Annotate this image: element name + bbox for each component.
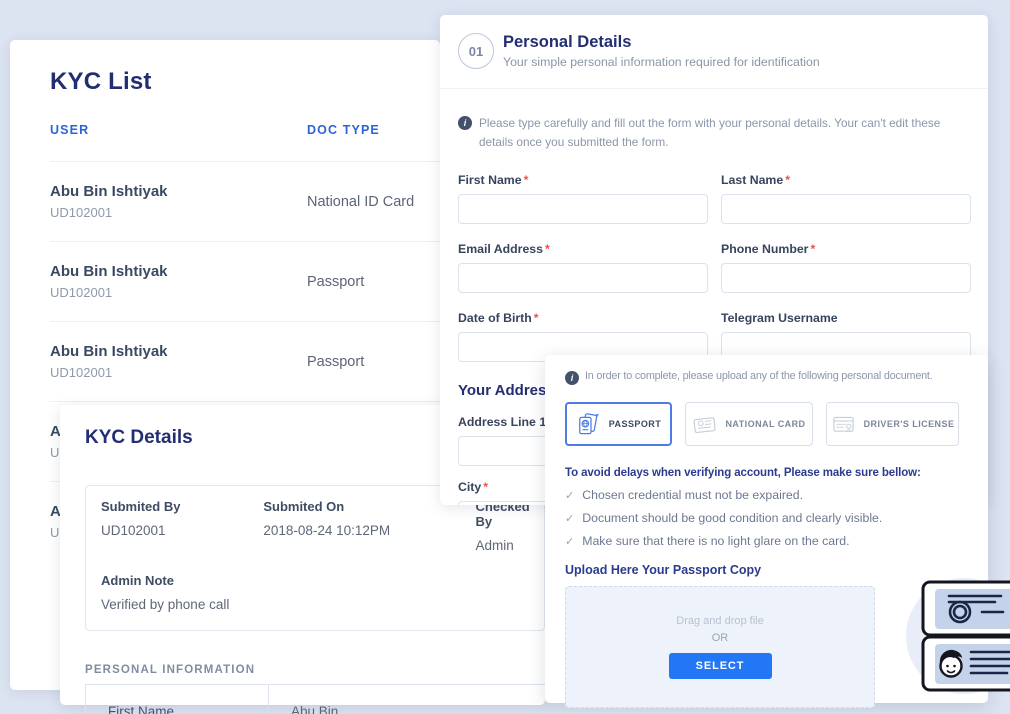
instruction-text: Document should be good condition and cl… <box>582 511 882 525</box>
first-name-input[interactable] <box>458 194 708 224</box>
upload-instructions-title: To avoid delays when verifying account, … <box>565 467 968 479</box>
upload-instructions-list: ✓ Chosen credential must not be expaired… <box>565 488 968 548</box>
doc-type: Passport <box>307 354 364 370</box>
last-name-label: Last Name <box>721 173 783 187</box>
table-cell-value: Abu Bin <box>269 685 338 714</box>
passport-icon <box>576 412 601 437</box>
required-marker: * <box>785 173 790 187</box>
select-file-button[interactable]: SELECT <box>669 653 772 679</box>
id-cards-illustration <box>918 570 1010 700</box>
info-icon: i <box>458 116 472 130</box>
national-card-option-button[interactable]: NATIONAL CARD <box>685 402 813 446</box>
check-icon: ✓ <box>565 489 574 502</box>
kyc-list-row[interactable]: Abu Bin Ishtiyak UD102001 Passport <box>50 321 440 401</box>
city-label: City <box>458 480 481 494</box>
check-icon: ✓ <box>565 535 574 548</box>
column-header-doc-type: DOC TYPE <box>307 123 380 137</box>
info-icon: i <box>565 371 579 385</box>
required-marker: * <box>534 311 539 325</box>
required-marker: * <box>810 242 815 256</box>
first-name-label: First Name <box>458 173 522 187</box>
address-line-1-label: Address Line 1 <box>458 415 546 429</box>
admin-note-value: Verified by phone call <box>101 597 544 612</box>
form-notice-text: Please type carefully and fill out the f… <box>479 114 958 152</box>
user-id: UD102001 <box>50 205 307 220</box>
user-name: Abu Bin Ishtiyak <box>50 183 307 200</box>
passport-option-button[interactable]: PASSPORT <box>565 402 672 446</box>
phone-number-input[interactable] <box>721 263 971 293</box>
kyc-list-header-row: USER DOC TYPE <box>50 123 440 161</box>
personal-details-title: Personal Details <box>503 33 820 52</box>
user-name: Abu Bin Ishtiyak <box>50 263 307 280</box>
instruction-item: ✓ Chosen credential must not be expaired… <box>565 488 968 502</box>
kyc-dashboard: KYC List USER DOC TYPE Abu Bin Ishtiyak … <box>0 0 1010 714</box>
required-marker: * <box>545 242 550 256</box>
dropzone-or: OR <box>712 632 729 644</box>
kyc-details-summary-box: Submited By UD102001 Submited On 2018-08… <box>85 485 545 631</box>
drivers-license-option-label: DRIVER'S LICENSE <box>864 419 955 429</box>
admin-note-label: Admin Note <box>101 573 544 588</box>
national-card-option-label: NATIONAL CARD <box>725 419 805 429</box>
document-type-options: PASSPORT NATIONAL CARD <box>565 402 968 446</box>
user-id: UD102001 <box>50 285 307 300</box>
submitted-by-label: Submited By <box>101 499 263 514</box>
instruction-item: ✓ Document should be good condition and … <box>565 511 968 525</box>
personal-details-subtitle: Your simple personal information require… <box>503 55 820 69</box>
upload-notice: i In order to complete, please upload an… <box>565 367 968 385</box>
passport-option-label: PASSPORT <box>609 419 661 429</box>
drivers-license-option-button[interactable]: DRIVER'S LICENSE <box>826 402 959 446</box>
submitted-on-value: 2018-08-24 10:12PM <box>263 523 475 538</box>
upload-notice-text: In order to complete, please upload any … <box>585 370 933 382</box>
last-name-input[interactable] <box>721 194 971 224</box>
required-marker: * <box>524 173 529 187</box>
last-name-field: Last Name* <box>721 173 971 224</box>
phone-number-label: Phone Number <box>721 242 808 256</box>
check-icon: ✓ <box>565 512 574 525</box>
email-address-label: Email Address <box>458 242 543 256</box>
personal-information-table: First Name Abu Bin <box>85 684 555 714</box>
doc-type: Passport <box>307 274 364 290</box>
kyc-list-row[interactable]: Abu Bin Ishtiyak UD102001 National ID Ca… <box>50 161 440 241</box>
personal-information-section-title: PERSONAL INFORMATION <box>85 664 545 676</box>
step-header: 01 Personal Details Your simple personal… <box>440 15 988 89</box>
doc-type: National ID Card <box>307 194 414 210</box>
file-dropzone[interactable]: Drag and drop file OR SELECT <box>565 586 875 708</box>
telegram-username-label: Telegram Username <box>721 311 838 325</box>
table-cell-label: First Name <box>86 685 269 714</box>
upload-here-title: Upload Here Your Passport Copy <box>565 563 968 577</box>
column-header-user: USER <box>50 123 307 137</box>
instruction-text: Chosen credential must not be expaired. <box>582 488 803 502</box>
kyc-list-title: KYC List <box>50 68 440 96</box>
kyc-list-row[interactable]: Abu Bin Ishtiyak UD102001 Passport <box>50 241 440 321</box>
email-address-input[interactable] <box>458 263 708 293</box>
first-name-field: First Name* <box>458 173 708 224</box>
dropzone-hint: Drag and drop file <box>676 615 763 627</box>
instruction-text: Make sure that there is no light glare o… <box>582 534 849 548</box>
checked-by-value: Admin <box>476 538 544 553</box>
drivers-license-icon <box>831 412 856 437</box>
user-name: Abu Bin Ishtiyak <box>50 343 307 360</box>
required-marker: * <box>483 480 488 494</box>
date-of-birth-label: Date of Birth <box>458 311 532 325</box>
step-number-badge: 01 <box>458 33 494 69</box>
national-card-icon <box>692 412 717 437</box>
phone-number-field: Phone Number* <box>721 242 971 293</box>
email-address-field: Email Address* <box>458 242 708 293</box>
submitted-by-value: UD102001 <box>101 523 263 538</box>
instruction-item: ✓ Make sure that there is no light glare… <box>565 534 968 548</box>
user-id: UD102001 <box>50 365 307 380</box>
form-notice: i Please type carefully and fill out the… <box>440 89 988 152</box>
